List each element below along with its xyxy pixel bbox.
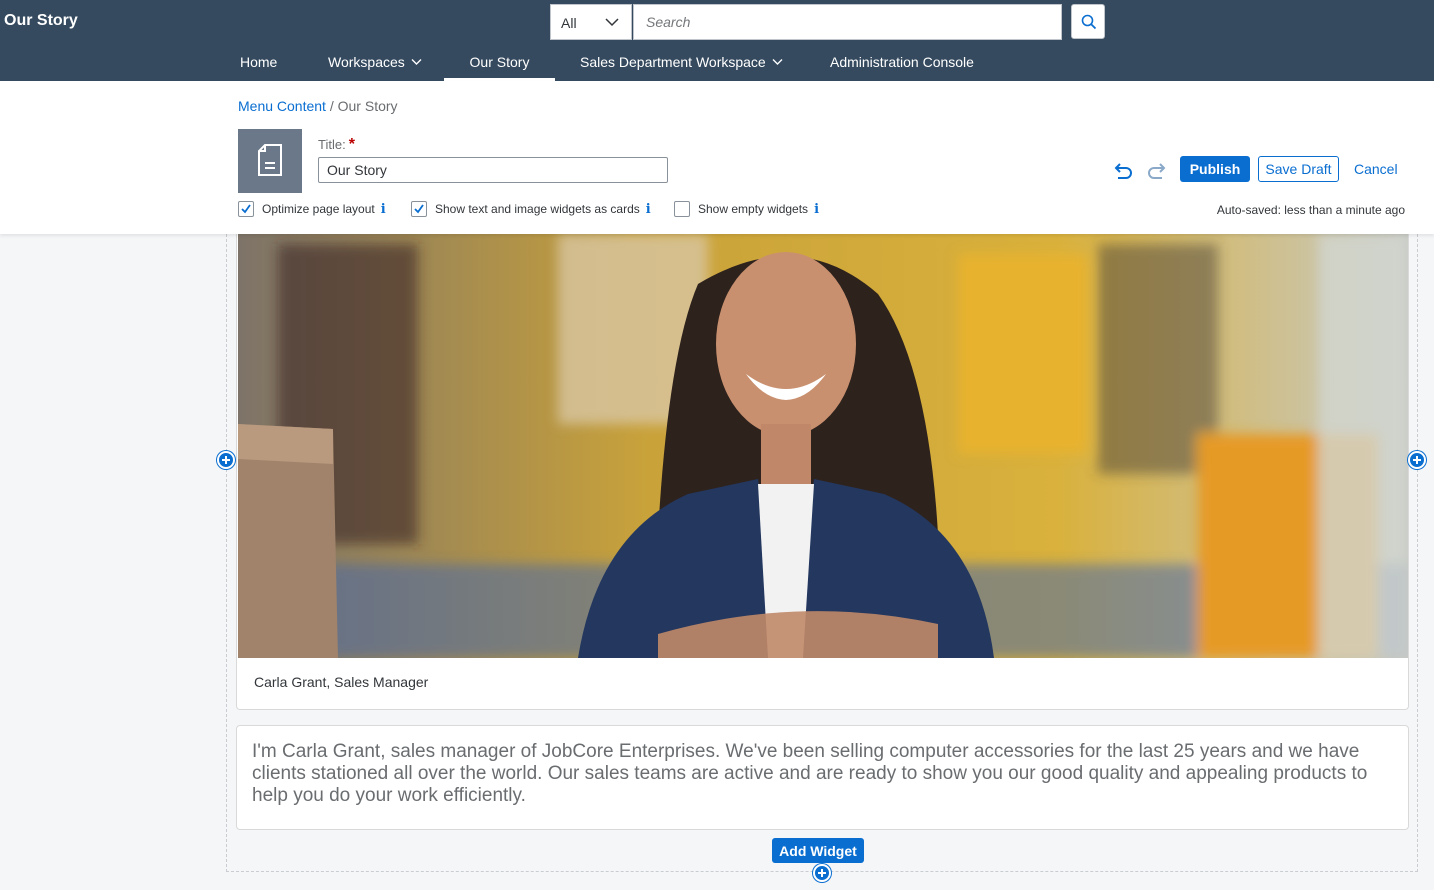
nav-item-administration-console[interactable]: Administration Console — [830, 44, 974, 81]
breadcrumb: Menu Content / Our Story — [238, 98, 398, 114]
publish-button[interactable]: Publish — [1180, 156, 1250, 182]
add-column-right-button[interactable] — [1408, 451, 1426, 469]
breadcrumb-separator: / — [329, 98, 334, 114]
autosave-status: Auto-saved: less than a minute ago — [1216, 203, 1405, 217]
image-widget-card[interactable]: Carla Grant, Sales Manager — [236, 234, 1409, 710]
plus-icon — [1413, 456, 1421, 464]
required-marker: * — [348, 136, 355, 153]
title-field-label: Title: * — [318, 136, 355, 154]
title-label-text: Title: — [318, 137, 346, 152]
chevron-down-icon — [772, 59, 783, 66]
checkbox-checked[interactable] — [238, 201, 254, 217]
text-widget-card[interactable]: I'm Carla Grant, sales manager of JobCor… — [236, 725, 1409, 830]
search-input[interactable] — [633, 4, 1062, 40]
checkbox-unchecked[interactable] — [674, 201, 690, 217]
search-scope-select[interactable]: All — [550, 4, 632, 40]
chevron-down-icon — [411, 59, 422, 66]
page-type-icon — [238, 129, 302, 193]
cancel-button[interactable]: Cancel — [1350, 156, 1402, 182]
portrait-photo — [238, 234, 1408, 658]
checkbox-label: Show empty widgets — [698, 202, 809, 216]
main-navigation: Home Workspaces Our Story Sales Departme… — [0, 44, 1434, 81]
add-column-left-button[interactable] — [217, 451, 235, 469]
nav-item-our-story[interactable]: Our Story — [444, 44, 555, 81]
option-show-widgets-as-cards[interactable]: Show text and image widgets as cards i — [411, 201, 651, 217]
info-icon[interactable]: i — [381, 202, 386, 217]
page-editor-header: Menu Content / Our Story Title:* Publish… — [0, 81, 1434, 234]
nav-item-label: Administration Console — [830, 54, 974, 70]
option-show-empty-widgets[interactable]: Show empty widgets i — [674, 201, 819, 217]
add-section-below-button[interactable] — [813, 864, 831, 882]
story-paragraph: I'm Carla Grant, sales manager of JobCor… — [252, 741, 1368, 806]
checkbox-label: Show text and image widgets as cards — [435, 202, 640, 216]
undo-icon[interactable] — [1114, 160, 1134, 180]
checkbox-checked[interactable] — [411, 201, 427, 217]
shell-bar: Our Story All Home Workspaces Our Story … — [0, 0, 1434, 81]
chevron-down-icon — [605, 18, 619, 27]
nav-item-sales-department-workspace[interactable]: Sales Department Workspace — [580, 44, 783, 81]
nav-item-label: Workspaces — [328, 54, 405, 70]
nav-item-home[interactable]: Home — [240, 44, 277, 81]
search-button[interactable] — [1071, 4, 1105, 39]
info-icon[interactable]: i — [646, 202, 651, 217]
breadcrumb-current: Our Story — [337, 98, 398, 114]
app-title: Our Story — [4, 12, 78, 29]
nav-item-label: Our Story — [469, 54, 530, 70]
checkmark-icon — [241, 204, 251, 214]
nav-item-label: Home — [240, 54, 278, 70]
search-scope-value: All — [561, 15, 577, 31]
save-draft-button[interactable]: Save Draft — [1258, 156, 1339, 182]
image-caption: Carla Grant, Sales Manager — [254, 674, 429, 690]
plus-icon — [818, 869, 826, 877]
redo-icon[interactable] — [1146, 160, 1166, 180]
info-icon[interactable]: i — [814, 202, 819, 217]
checkmark-icon — [414, 204, 424, 214]
document-icon — [258, 144, 282, 176]
nav-item-label: Sales Department Workspace — [580, 54, 766, 70]
plus-icon — [222, 456, 230, 464]
title-input[interactable] — [318, 157, 668, 183]
add-widget-button[interactable]: Add Widget — [772, 838, 864, 863]
option-optimize-page-layout[interactable]: Optimize page layout i — [238, 201, 386, 217]
nav-item-workspaces[interactable]: Workspaces — [328, 44, 422, 81]
breadcrumb-link-menu-content[interactable]: Menu Content — [238, 98, 326, 114]
search-icon — [1081, 14, 1097, 30]
photo-illustration — [238, 234, 1408, 658]
checkbox-label: Optimize page layout — [262, 202, 375, 216]
